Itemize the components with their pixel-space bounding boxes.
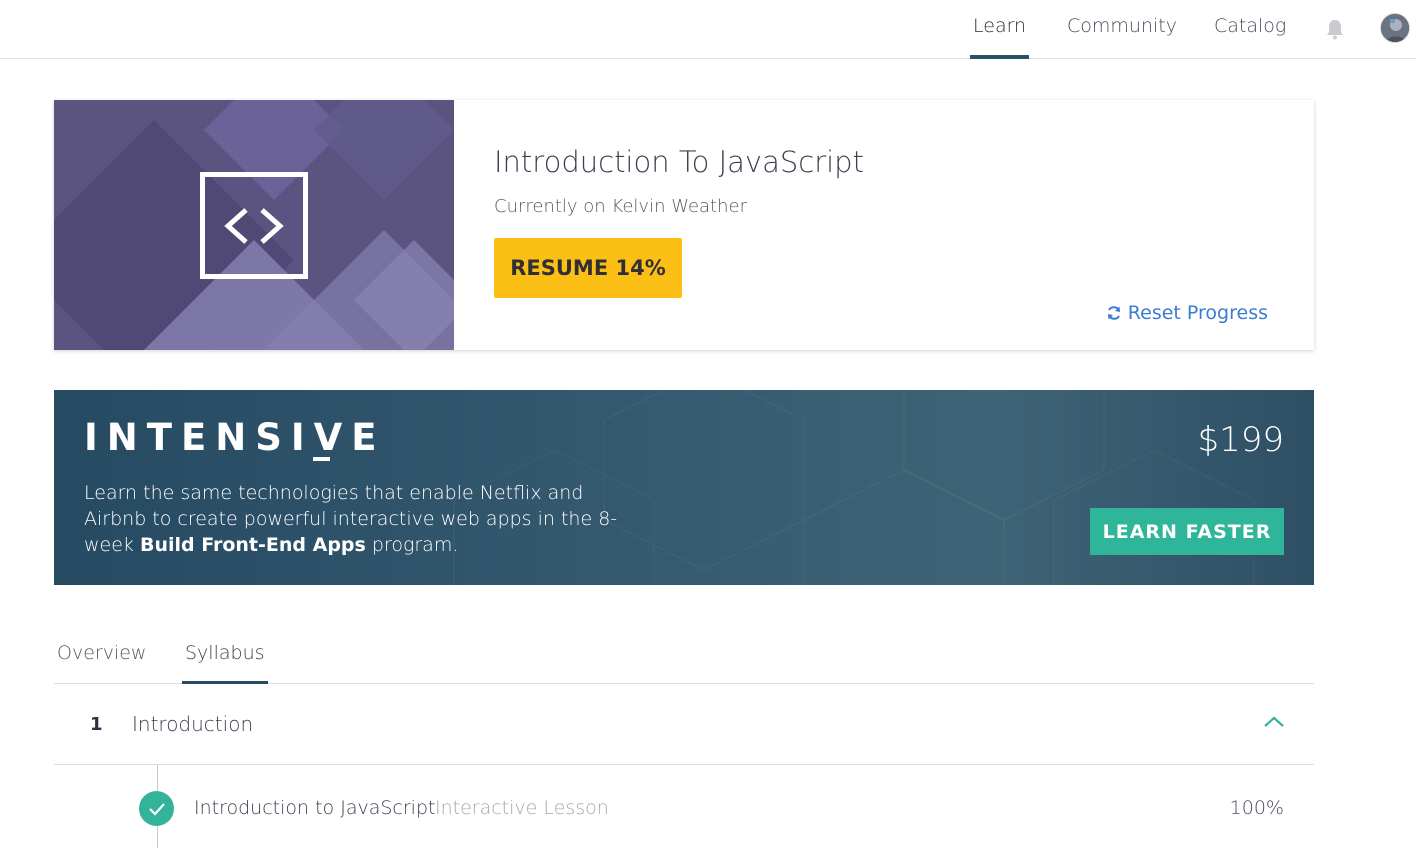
course-card: Introduction To JavaScript Currently on … [54, 100, 1314, 350]
learn-faster-button[interactable]: LEARN FASTER [1090, 508, 1284, 555]
syllabus-section[interactable]: 1 Introduction [54, 684, 1314, 765]
top-navigation: Learn Community Catalog [0, 0, 1416, 59]
course-tabs: Overview Syllabus [54, 630, 1314, 684]
lesson-row[interactable]: Introduction to JavaScript Interactive L… [54, 765, 1314, 848]
nav-catalog[interactable]: Catalog [1214, 15, 1286, 59]
nav-learn[interactable]: Learn [969, 15, 1030, 59]
tab-syllabus[interactable]: Syllabus [182, 642, 268, 684]
banner-description: Learn the same technologies that enable … [84, 482, 618, 556]
bell-icon[interactable] [1325, 18, 1345, 40]
price: $199 [1197, 420, 1284, 460]
lesson-title[interactable]: Introduction to JavaScript [194, 797, 435, 819]
current-lesson-text: Currently on Kelvin Weather [494, 196, 747, 217]
chevron-up-icon[interactable] [1262, 714, 1286, 730]
reset-progress-link[interactable]: Reset Progress [1106, 302, 1268, 324]
course-info: Introduction To JavaScript Currently on … [454, 100, 1314, 350]
avatar[interactable] [1380, 13, 1410, 43]
course-artwork [54, 100, 454, 350]
lesson-type: Interactive Lesson [435, 797, 609, 819]
lesson-progress: 100% [1229, 797, 1284, 819]
intensive-logo: INTENSIVE [84, 416, 386, 459]
logo-underline [313, 457, 330, 461]
intensive-banner: INTENSIVE Learn the same technologies th… [54, 390, 1314, 585]
reset-progress-label: Reset Progress [1127, 302, 1268, 324]
section-number: 1 [90, 714, 103, 735]
nav-community[interactable]: Community [1067, 15, 1177, 59]
completed-check-icon [139, 791, 174, 826]
tab-overview[interactable]: Overview [57, 642, 146, 684]
course-title: Introduction To JavaScript [494, 145, 864, 179]
refresh-icon [1107, 306, 1120, 320]
resume-button[interactable]: RESUME 14% [494, 238, 682, 298]
code-brackets-icon [200, 172, 308, 279]
section-title: Introduction [132, 712, 254, 736]
